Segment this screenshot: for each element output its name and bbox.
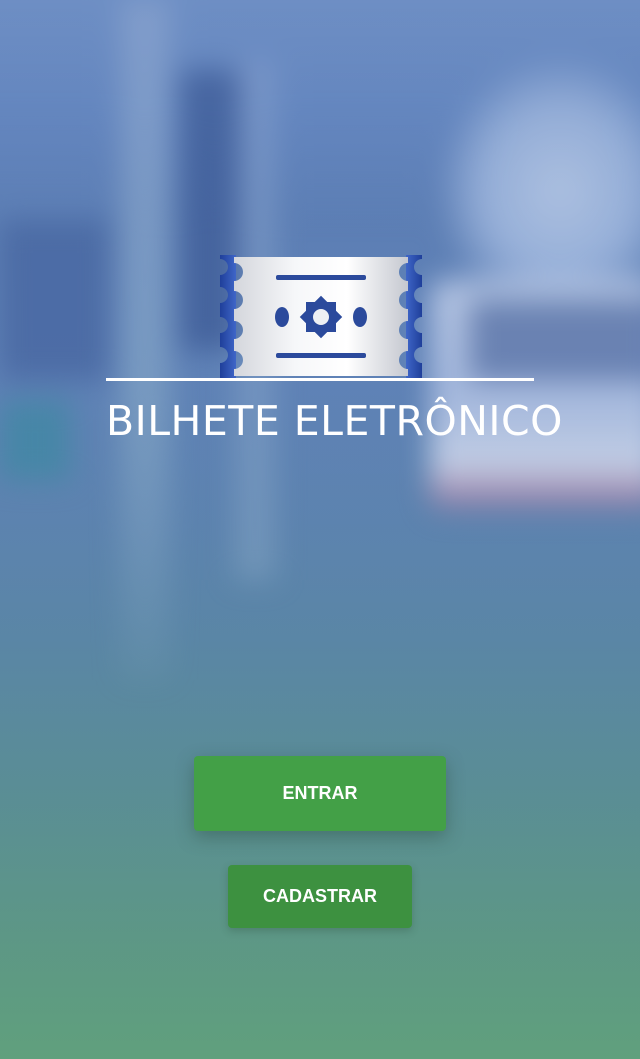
welcome-screen: BILHETE ELETRÔNICO ENTRAR CADASTRAR [0,0,640,1059]
app-logo: BILHETE ELETRÔNICO [106,255,563,455]
login-button[interactable]: ENTRAR [194,756,446,831]
logo-divider [106,378,534,381]
brand-name: BILHETE ELETRÔNICO [106,397,563,445]
ticket-icon [220,255,422,378]
register-button[interactable]: CADASTRAR [228,865,412,928]
